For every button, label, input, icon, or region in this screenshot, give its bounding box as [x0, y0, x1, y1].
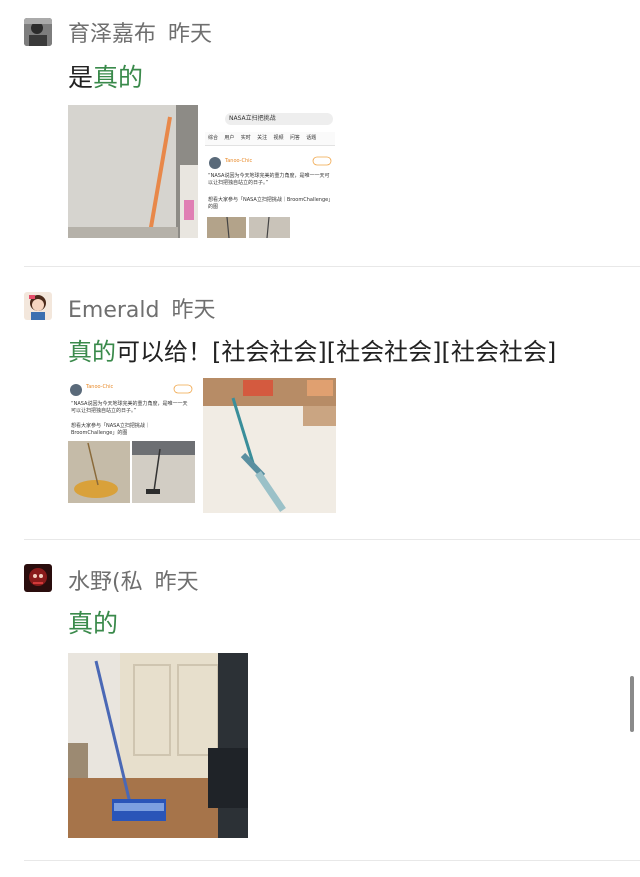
- comment-text-highlight: 真的: [93, 63, 144, 92]
- tab-item: 综合: [208, 135, 219, 141]
- post-username: Tanoo-Chic: [86, 384, 114, 390]
- search-query: NASA立扫把挑战: [229, 115, 276, 122]
- timestamp: 昨天: [171, 298, 216, 323]
- post-username: Tanoo-Chic: [225, 158, 253, 164]
- comment-text-highlight: 真的: [68, 609, 119, 638]
- avatar[interactable]: [24, 564, 52, 592]
- tab-bar: 综合 用户 实时 关注 视频 问答 话题: [208, 134, 316, 142]
- avatar[interactable]: [24, 292, 52, 320]
- comment-text: 真的: [68, 604, 118, 640]
- comment-2: Emerald 昨天 真的可以给！[社会社会][社会社会][社会社会] Tanoo…: [0, 268, 640, 540]
- post-text-line2: 想看大家参与「NASA立扫把挑战｜BroomChallenge」的图: [208, 197, 331, 210]
- author-label[interactable]: 水野(私: [68, 570, 143, 595]
- tab-item: 问答: [289, 135, 300, 141]
- divider: [24, 860, 640, 861]
- attached-photo-broom[interactable]: [68, 653, 248, 838]
- author-name[interactable]: 育泽嘉布 昨天: [68, 16, 212, 48]
- avatar[interactable]: [24, 18, 52, 46]
- scrollbar[interactable]: [630, 676, 634, 732]
- author-label[interactable]: Emerald: [68, 298, 159, 323]
- comment-text-pre: 是: [68, 63, 94, 92]
- author-name[interactable]: Emerald 昨天: [68, 292, 216, 324]
- comment-text: 真的可以给！[社会社会][社会社会][社会社会]: [68, 332, 556, 367]
- comment-3: 水野(私 昨天 真的: [0, 540, 640, 860]
- comment-text-highlight: 真的: [68, 338, 116, 366]
- comment-text: 是真的: [68, 58, 143, 94]
- tab-item: 用户: [224, 135, 235, 141]
- author-name[interactable]: 水野(私 昨天: [68, 564, 199, 596]
- timestamp: 昨天: [168, 22, 213, 47]
- attached-screenshot-weibo[interactable]: Tanoo-Chic “NASA说因为今天地球完美的重力角度，是唯一一天可以让扫…: [68, 379, 195, 503]
- comment-text-post: 可以给！[社会社会][社会社会][社会社会]: [116, 338, 557, 366]
- post-text-line1: “NASA说因为今天地球完美的重力角度，是唯一一天可以让扫把独自站立的日子。”: [71, 401, 188, 414]
- post-text-line1: “NASA说因为今天地球完美的重力角度，是唯一一天可以让扫把独自站立的日子。”: [208, 173, 330, 186]
- attached-photo-broom[interactable]: [203, 378, 336, 513]
- tab-item: 实时: [240, 135, 251, 141]
- attached-screenshot-weibo[interactable]: NASA立扫把挑战 综合 用户 实时 关注 视频 问答 话题 Tanoo-Chi…: [205, 103, 335, 238]
- post-text-line2: 想看大家参与「NASA立扫把挑战｜BroomChallenge」的图: [71, 423, 150, 436]
- author-label[interactable]: 育泽嘉布: [68, 22, 156, 47]
- tab-item: 关注: [257, 135, 268, 141]
- attached-photo-broom[interactable]: [68, 105, 198, 238]
- tab-item: 话题: [306, 135, 317, 141]
- comment-1: 育泽嘉布 昨天 是真的 NASA立扫把挑战 综合 用户 实时 关注 视频 问答 …: [0, 0, 640, 268]
- timestamp: 昨天: [154, 570, 199, 595]
- divider: [24, 266, 640, 267]
- tab-item: 视频: [273, 135, 284, 141]
